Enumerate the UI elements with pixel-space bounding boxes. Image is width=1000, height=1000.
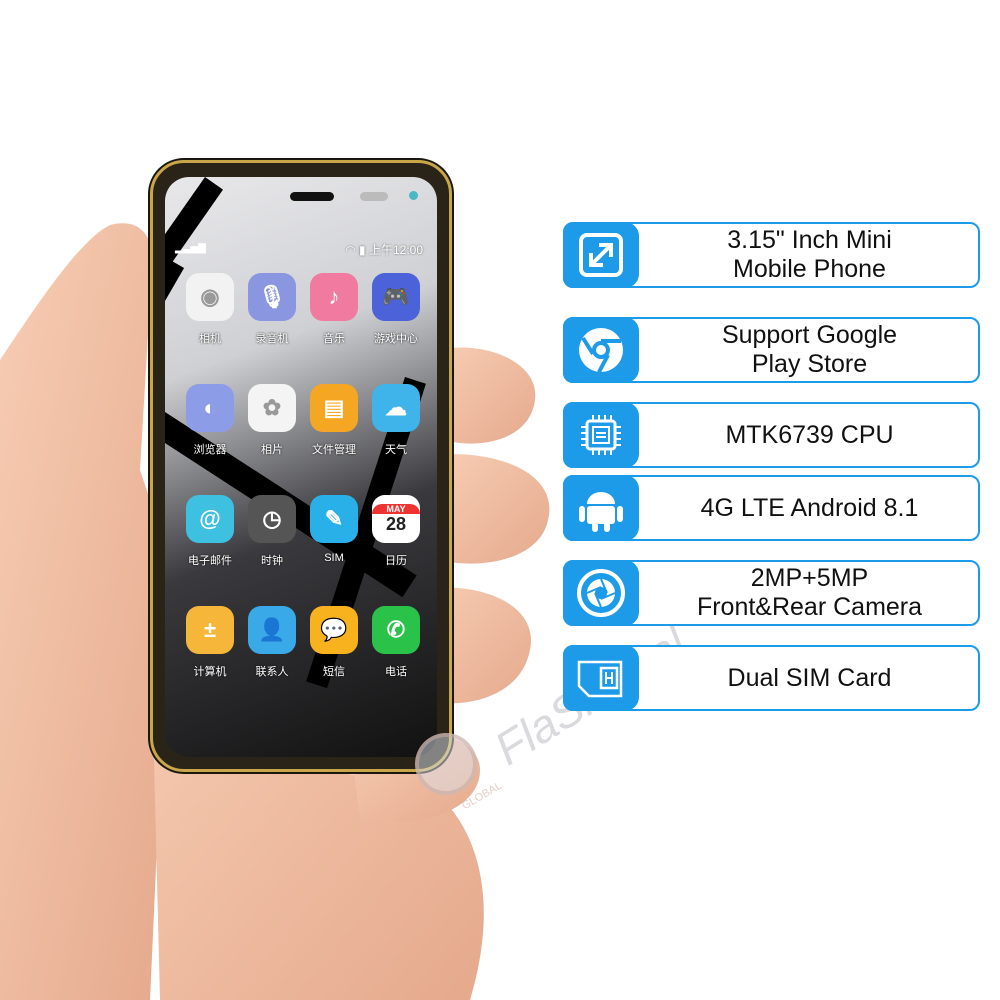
camera-shutter-icon [563, 560, 639, 626]
app-label: 计算机 [193, 666, 227, 678]
sim-card-icon [563, 645, 639, 711]
app-label: 天气 [385, 444, 407, 456]
feature-badge: MTK6739 CPU [563, 402, 980, 468]
microphone-icon: 🎙 [248, 273, 296, 321]
app-music-note[interactable]: ♪ 音乐 [303, 273, 365, 370]
phone-screen: ▂▃▅▇ ◠ ▮ 上午12:00 ◉ 相机 🎙 录音机 ♪ 音乐 🎮 游戏中心 ◐ 浏览器 ✿ 相片 ▤… [165, 177, 437, 757]
earpiece-speaker [290, 192, 334, 201]
app-sim-tools[interactable]: ✎ SIM [303, 495, 365, 592]
app-grid: ◉ 相机 🎙 录音机 ♪ 音乐 🎮 游戏中心 ◐ 浏览器 ✿ 相片 ▤ 文件管理 ☁ 天气 @ 电子邮件 ◷ 时钟 ✎ S… [179, 273, 429, 703]
feature-badge: Dual SIM Card [563, 645, 980, 711]
app-label: 文件管理 [312, 444, 356, 456]
calendar-day: 28 [385, 513, 407, 534]
feature-text: MTK6739 CPU [725, 420, 894, 449]
app-label: 联系人 [255, 666, 289, 678]
feature-text: Front&Rear Camera [696, 593, 923, 621]
feature-text: Mobile Phone [733, 255, 886, 283]
app-label: 音乐 [323, 333, 345, 345]
app-label: 浏览器 [193, 444, 227, 456]
clock-icon: ◷ [248, 495, 296, 543]
app-folder[interactable]: ▤ 文件管理 [303, 384, 365, 481]
feature-text: 2MP+5MP [750, 564, 869, 592]
battery-icon: ▮ [359, 243, 369, 257]
app-label: 相片 [261, 444, 283, 456]
wifi-icon: ◠ [345, 243, 360, 257]
feature-badge: 3.15" Inch Mini Mobile Phone [563, 222, 980, 288]
camera-icon: ◉ [186, 273, 234, 321]
app-globe[interactable]: ◐ 浏览器 [179, 384, 241, 481]
app-label: 游戏中心 [374, 333, 418, 345]
app-contacts[interactable]: 👤 联系人 [241, 606, 303, 703]
app-label: 短信 [323, 666, 345, 678]
app-label: SIM [324, 552, 344, 564]
android-icon [563, 475, 639, 541]
watermark-globe-logo [415, 733, 477, 795]
feature-text: 4G LTE Android 8.1 [700, 493, 919, 522]
feature-text: Support Google [721, 321, 898, 349]
feature-badge: Support Google Play Store [563, 317, 980, 383]
music-note-icon: ♪ [310, 273, 358, 321]
app-label: 日历 [385, 555, 407, 567]
photos-flower-icon: ✿ [248, 384, 296, 432]
app-calculator[interactable]: ± 计算机 [179, 606, 241, 703]
sim-tools-icon: ✎ [310, 495, 358, 543]
calculator-icon: ± [186, 606, 234, 654]
app-gamepad[interactable]: 🎮 游戏中心 [365, 273, 427, 370]
resize-arrows-icon [563, 222, 639, 288]
app-label: 电话 [385, 666, 407, 678]
cpu-chip-icon [563, 402, 639, 468]
status-time: 上午12:00 [368, 243, 423, 257]
app-label: 时钟 [261, 555, 283, 567]
front-camera [409, 191, 418, 200]
app-label: 录音机 [255, 333, 289, 345]
feature-text: 3.15" Inch Mini [727, 226, 892, 254]
calendar-icon: MAY 28 [372, 495, 420, 543]
feature-text: Play Store [751, 350, 868, 378]
message-icon: 💬 [310, 606, 358, 654]
status-bar: ◠ ▮ 上午12:00 [345, 241, 423, 258]
app-message[interactable]: 💬 短信 [303, 606, 365, 703]
phone-icon: ✆ [372, 606, 420, 654]
contacts-icon: 👤 [248, 606, 296, 654]
chrome-icon [563, 317, 639, 383]
app-label: 相机 [199, 333, 221, 345]
app-microphone[interactable]: 🎙 录音机 [241, 273, 303, 370]
feature-badge: 4G LTE Android 8.1 [563, 475, 980, 541]
email-at-icon: @ [186, 495, 234, 543]
app-photos-flower[interactable]: ✿ 相片 [241, 384, 303, 481]
app-phone[interactable]: ✆ 电话 [365, 606, 427, 703]
feature-badge: 2MP+5MP Front&Rear Camera [563, 560, 980, 626]
app-email-at[interactable]: @ 电子邮件 [179, 495, 241, 592]
weather-icon: ☁ [372, 384, 420, 432]
app-clock[interactable]: ◷ 时钟 [241, 495, 303, 592]
calendar-month: MAY [372, 503, 420, 514]
gamepad-icon: 🎮 [372, 273, 420, 321]
folder-icon: ▤ [310, 384, 358, 432]
phone: ▂▃▅▇ ◠ ▮ 上午12:00 ◉ 相机 🎙 录音机 ♪ 音乐 🎮 游戏中心 ◐ 浏览器 ✿ 相片 ▤… [150, 160, 452, 772]
app-camera[interactable]: ◉ 相机 [179, 273, 241, 370]
app-label: 电子邮件 [188, 555, 232, 567]
app-weather[interactable]: ☁ 天气 [365, 384, 427, 481]
app-calendar[interactable]: MAY 28 日历 [365, 495, 427, 592]
globe-icon: ◐ [186, 384, 234, 432]
feature-text: Dual SIM Card [727, 663, 892, 692]
proximity-sensor [360, 192, 388, 201]
signal-icon: ▂▃▅▇ [175, 243, 206, 254]
